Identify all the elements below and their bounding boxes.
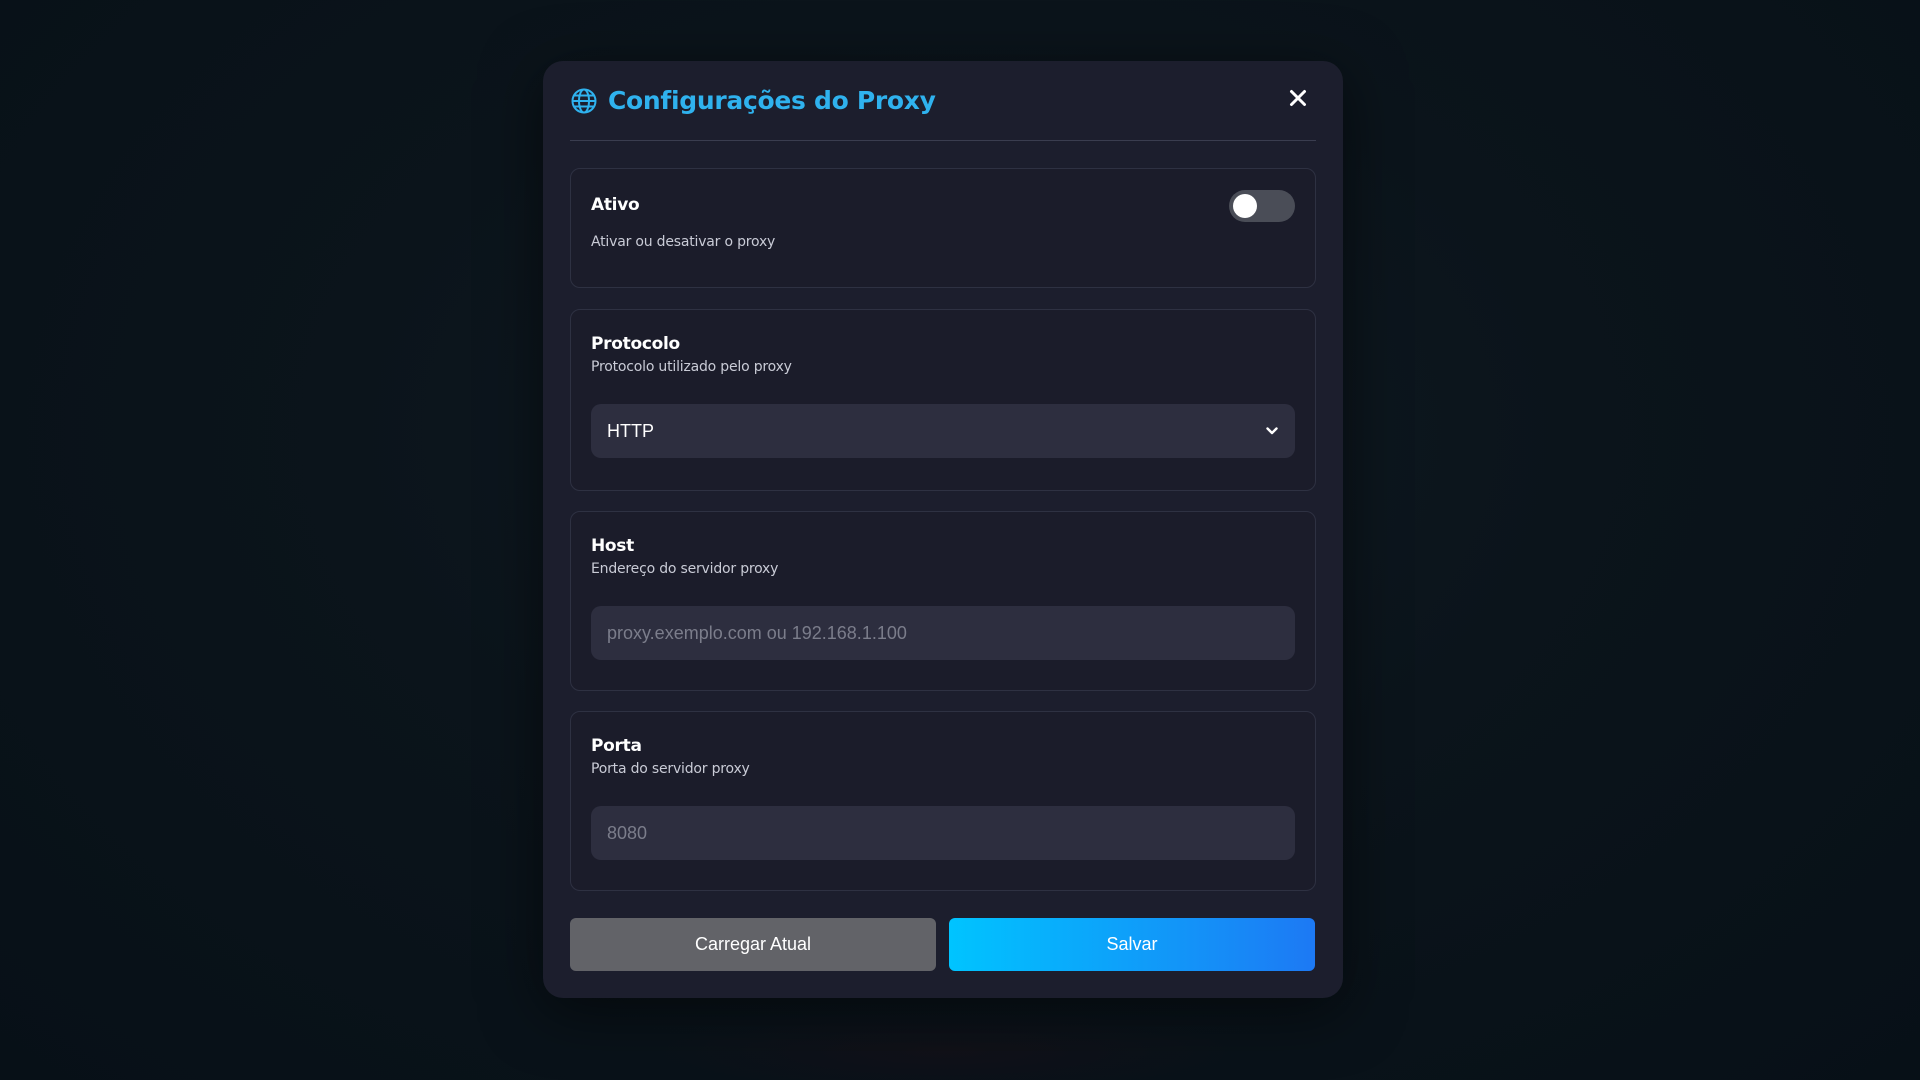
port-card: Porta Porta do servidor proxy 8080 [570, 711, 1316, 891]
protocol-select[interactable]: HTTP [591, 404, 1295, 458]
protocol-card: Protocolo Protocolo utilizado pelo proxy… [570, 309, 1316, 491]
port-label: Porta [591, 736, 642, 756]
port-placeholder: 8080 [607, 822, 648, 843]
active-card: Ativo Ativar ou desativar o proxy [570, 168, 1316, 288]
modal-title: Configurações do Proxy [608, 86, 936, 115]
protocol-selected-value: HTTP [607, 420, 654, 441]
save-button[interactable]: Salvar [949, 918, 1315, 971]
modal-header: Configurações do Proxy [570, 61, 1316, 141]
host-description: Endereço do servidor proxy [591, 561, 779, 577]
active-description: Ativar ou desativar o proxy [591, 234, 776, 250]
title-wrap: Configurações do Proxy [570, 86, 936, 115]
close-icon [1289, 89, 1307, 112]
load-current-button[interactable]: Carregar Atual [570, 918, 936, 971]
host-input[interactable]: proxy.exemplo.com ou 192.168.1.100 [591, 606, 1295, 660]
port-description: Porta do servidor proxy [591, 761, 750, 777]
globe-icon [570, 87, 598, 115]
protocol-description: Protocolo utilizado pelo proxy [591, 359, 792, 375]
active-label: Ativo [591, 195, 640, 215]
host-card: Host Endereço do servidor proxy proxy.ex… [570, 511, 1316, 691]
port-input[interactable]: 8080 [591, 806, 1295, 860]
active-toggle[interactable] [1229, 190, 1295, 222]
proxy-settings-modal: Configurações do Proxy Ativo Ativar ou d… [543, 61, 1343, 998]
protocol-label: Protocolo [591, 334, 680, 354]
toggle-knob [1233, 194, 1257, 218]
chevron-down-icon [1265, 424, 1279, 438]
background-shade [650, 1010, 1240, 1080]
host-label: Host [591, 536, 634, 556]
host-placeholder: proxy.exemplo.com ou 192.168.1.100 [607, 622, 907, 643]
close-button[interactable] [1283, 86, 1313, 116]
